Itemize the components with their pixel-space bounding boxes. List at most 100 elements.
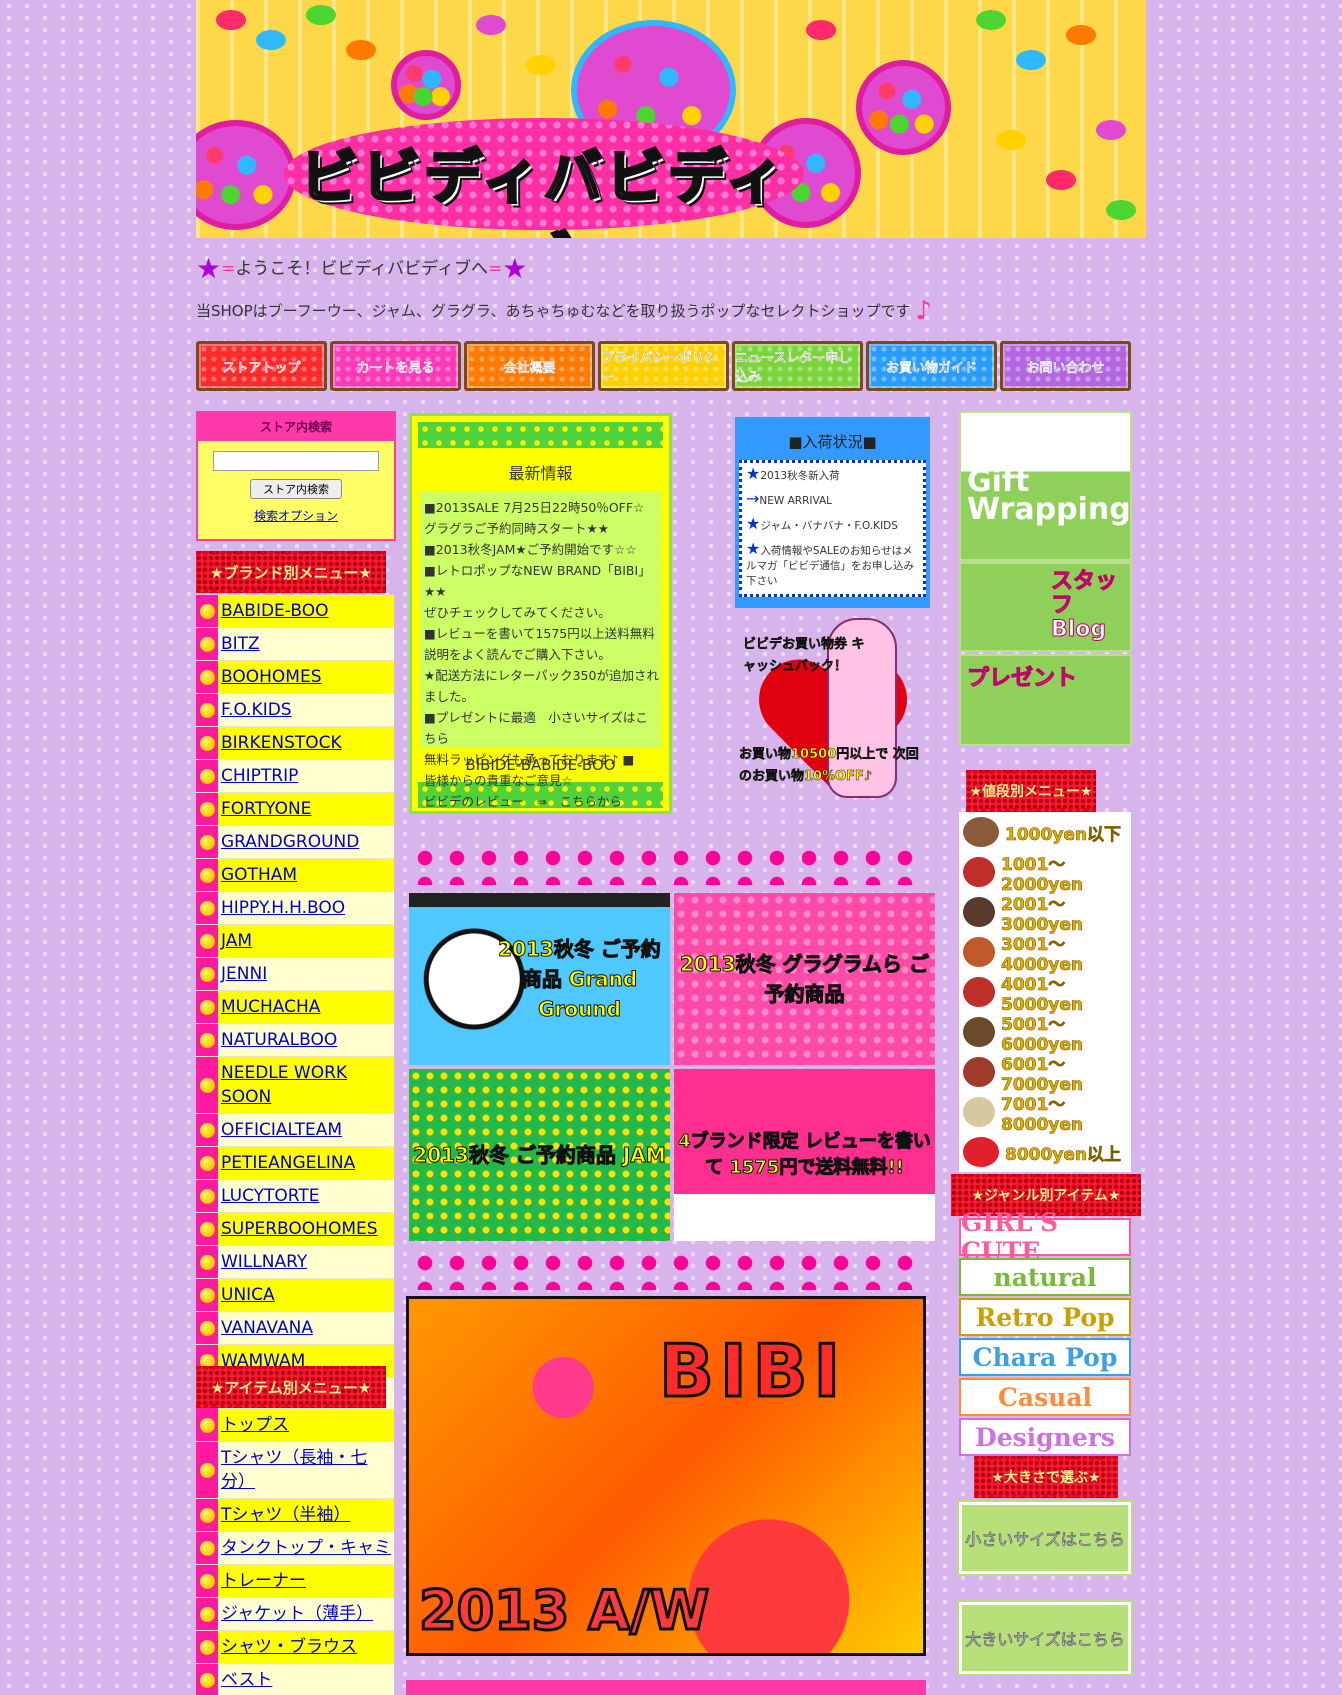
menu-item[interactable]: BIRKENSTOCK: [196, 727, 394, 760]
menu-item[interactable]: タンクトップ・キャミ: [196, 1532, 394, 1565]
menu-item[interactable]: WILLNARY: [196, 1246, 394, 1279]
large-size-link[interactable]: 大きいサイズはこちら: [957, 1600, 1133, 1676]
menu-item[interactable]: PETIEANGELINA: [196, 1147, 394, 1180]
menu-item[interactable]: トップス: [196, 1409, 394, 1442]
menu-item-link[interactable]: MUCHACHA: [221, 997, 320, 1017]
menu-item-link[interactable]: FORTYONE: [221, 799, 311, 819]
menu-item-link[interactable]: NATURALBOO: [221, 1030, 337, 1050]
menu-item-link[interactable]: OFFICIALTEAM: [221, 1120, 342, 1140]
menu-item-link[interactable]: BABIDE-BOO: [221, 601, 328, 621]
menu-item[interactable]: JENNI: [196, 958, 394, 991]
gift-wrapping-banner[interactable]: Gift Wrapping: [959, 411, 1132, 561]
price-menu-item[interactable]: 4001～5000yen: [959, 972, 1131, 1015]
menu-item-link[interactable]: F.O.KIDS: [221, 700, 292, 720]
nav-privacy[interactable]: プライバシーポリシー: [598, 341, 729, 391]
site-logo[interactable]: ビビディバビディブ: [294, 130, 794, 239]
genre-link[interactable]: Designers: [959, 1418, 1131, 1456]
price-menu-item[interactable]: 1001～2000yen: [959, 852, 1131, 895]
menu-item[interactable]: SUPERBOOHOMES: [196, 1213, 394, 1246]
menu-item[interactable]: BITZ: [196, 628, 394, 661]
price-menu-item[interactable]: 7001～8000yen: [959, 1092, 1131, 1135]
small-size-link[interactable]: 小さいサイズはこちら: [957, 1500, 1133, 1576]
menu-item-link[interactable]: GOTHAM: [221, 865, 297, 885]
menu-item-link[interactable]: CHIPTRIP: [221, 766, 298, 786]
menu-item-link[interactable]: UNICA: [221, 1285, 275, 1305]
menu-item-link[interactable]: ベスト: [221, 1670, 272, 1690]
menu-item-link[interactable]: Tシャツ（半袖）: [221, 1505, 350, 1525]
menu-item[interactable]: シャツ・ブラウス: [196, 1631, 394, 1664]
menu-item[interactable]: VANAVANA: [196, 1312, 394, 1345]
nav-cart[interactable]: カートを見る: [330, 341, 461, 391]
menu-item[interactable]: MUCHACHA: [196, 991, 394, 1024]
menu-item-link[interactable]: SUPERBOOHOMES: [221, 1219, 378, 1239]
menu-item-link[interactable]: VANAVANA: [221, 1318, 313, 1338]
menu-item[interactable]: FORTYONE: [196, 793, 394, 826]
menu-item[interactable]: OFFICIALTEAM: [196, 1114, 394, 1147]
menu-item[interactable]: Tシャツ（半袖）: [196, 1499, 394, 1532]
menu-item-link[interactable]: トップス: [221, 1415, 289, 1435]
menu-item[interactable]: BABIDE-BOO: [196, 595, 394, 628]
nav-company[interactable]: 会社概要: [464, 341, 595, 391]
menu-item-link[interactable]: シャツ・ブラウス: [221, 1637, 357, 1657]
nav-contact[interactable]: お問い合わせ: [1000, 341, 1131, 391]
menu-item-link[interactable]: LUCYTORTE: [221, 1186, 320, 1206]
price-menu-item[interactable]: 1000yen以下: [959, 812, 1131, 852]
genre-link[interactable]: Retro Pop: [959, 1298, 1131, 1336]
genre-link[interactable]: Chara Pop: [959, 1338, 1131, 1376]
menu-item[interactable]: ベスト: [196, 1664, 394, 1695]
header-banner[interactable]: ビビディバビディブ: [196, 0, 1146, 238]
nav-guide[interactable]: お買い物ガイド: [866, 341, 997, 391]
menu-item[interactable]: ジャケット（薄手）: [196, 1598, 394, 1631]
menu-item[interactable]: NEEDLE WORK SOON: [196, 1057, 394, 1114]
genre-link[interactable]: GIRL'S CUTE: [959, 1208, 1131, 1266]
promo-tile-grandground[interactable]: 2013秋冬 ご予約商品 Grand Ground: [409, 893, 670, 1065]
menu-item-link[interactable]: GRANDGROUND: [221, 832, 359, 852]
price-menu-item[interactable]: 2001～3000yen: [959, 892, 1131, 935]
menu-item[interactable]: Tシャツ（長袖・七分）: [196, 1442, 394, 1499]
menu-item-link[interactable]: JAM: [221, 931, 252, 951]
promo-tile-jam[interactable]: 2013秋冬 ご予約商品 JAM: [409, 1069, 670, 1241]
menu-item[interactable]: GOTHAM: [196, 859, 394, 892]
menu-item[interactable]: NATURALBOO: [196, 1024, 394, 1057]
menu-item-link[interactable]: WILLNARY: [221, 1252, 307, 1272]
menu-item-link[interactable]: トレーナー: [221, 1571, 306, 1591]
price-menu-item[interactable]: 3001～4000yen: [959, 932, 1131, 975]
menu-item-link[interactable]: NEEDLE WORK SOON: [221, 1063, 347, 1107]
nav-newsletter[interactable]: ニュースレター申し込み: [732, 341, 863, 391]
nav-store-top[interactable]: ストアトップ: [196, 341, 327, 391]
bibi-banner[interactable]: BIBI 2013 A/W: [406, 1296, 926, 1656]
menu-item-link[interactable]: PETIEANGELINA: [221, 1153, 355, 1173]
staff-blog-banner[interactable]: スタッフ Blog: [959, 562, 1132, 652]
next-banner[interactable]: [406, 1680, 926, 1695]
price-menu-item[interactable]: 8000yen以上: [959, 1132, 1131, 1172]
price-menu-item[interactable]: 6001～7000yen: [959, 1052, 1131, 1095]
search-options-link[interactable]: 検索オプション: [198, 507, 394, 524]
cashback-banner[interactable]: ビビデお買い物券 キャッシュバック！ お買い物10500円以上で 次回のお買い物…: [735, 612, 935, 812]
present-banner[interactable]: プレゼント: [959, 654, 1132, 746]
price-menu-item[interactable]: 5001～6000yen: [959, 1012, 1131, 1055]
genre-link[interactable]: Casual: [959, 1378, 1131, 1416]
menu-item-link[interactable]: JENNI: [221, 964, 267, 984]
arrow-right-icon: →: [746, 489, 760, 508]
menu-item[interactable]: トレーナー: [196, 1565, 394, 1598]
menu-item-link[interactable]: タンクトップ・キャミ: [221, 1538, 391, 1558]
menu-item[interactable]: UNICA: [196, 1279, 394, 1312]
promo-tile-guragura[interactable]: 2013秋冬 グラグラムら ご予約商品: [674, 893, 935, 1065]
genre-link[interactable]: natural: [959, 1258, 1131, 1296]
menu-item-link[interactable]: HIPPY.H.H.BOO: [221, 898, 345, 918]
menu-item-link[interactable]: BITZ: [221, 634, 260, 654]
menu-item[interactable]: HIPPY.H.H.BOO: [196, 892, 394, 925]
promo-tile-free-shipping[interactable]: 4ブランド限定 レビューを書いて 1575円で送料無料!!: [674, 1069, 935, 1241]
menu-item[interactable]: F.O.KIDS: [196, 694, 394, 727]
menu-item-link[interactable]: ジャケット（薄手）: [221, 1604, 373, 1624]
menu-item[interactable]: LUCYTORTE: [196, 1180, 394, 1213]
menu-item[interactable]: JAM: [196, 925, 394, 958]
menu-item[interactable]: CHIPTRIP: [196, 760, 394, 793]
menu-item-link[interactable]: Tシャツ（長袖・七分）: [221, 1448, 367, 1492]
menu-item-link[interactable]: BOOHOMES: [221, 667, 322, 687]
search-input[interactable]: [213, 451, 379, 471]
search-button[interactable]: ストア内検索: [250, 479, 342, 499]
menu-item[interactable]: GRANDGROUND: [196, 826, 394, 859]
menu-item-link[interactable]: BIRKENSTOCK: [221, 733, 342, 753]
menu-item[interactable]: BOOHOMES: [196, 661, 394, 694]
